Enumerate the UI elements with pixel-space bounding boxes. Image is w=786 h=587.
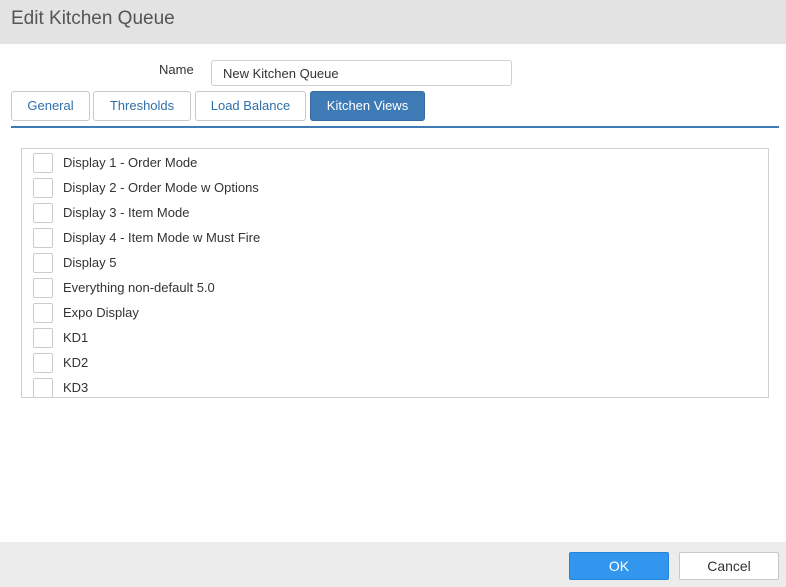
name-input[interactable]	[211, 60, 512, 86]
ok-button[interactable]: OK	[569, 552, 669, 580]
checkbox[interactable]	[33, 228, 53, 248]
dialog-title: Edit Kitchen Queue	[11, 8, 175, 29]
checkbox[interactable]	[33, 253, 53, 273]
list-item[interactable]: Display 2 - Order Mode w Options	[22, 176, 768, 201]
checkbox[interactable]	[33, 203, 53, 223]
checkbox[interactable]	[33, 153, 53, 173]
list-item[interactable]: KD3	[22, 376, 768, 397]
list-item[interactable]: Display 1 - Order Mode	[22, 151, 768, 176]
name-label: Name	[159, 62, 194, 77]
tab-load-balance[interactable]: Load Balance	[195, 91, 306, 121]
dialog-title-bar: Edit Kitchen Queue	[0, 0, 786, 44]
checkbox[interactable]	[33, 353, 53, 373]
list-item-label: Display 1 - Order Mode	[63, 155, 198, 170]
edit-kitchen-queue-dialog: Edit Kitchen Queue Name General Threshol…	[0, 0, 786, 587]
list-item-label: Display 4 - Item Mode w Must Fire	[63, 230, 261, 245]
list-item-label: Display 2 - Order Mode w Options	[63, 180, 259, 195]
checkbox[interactable]	[33, 178, 53, 198]
list-item-label: KD1	[63, 330, 89, 345]
list-item-label: KD2	[63, 355, 89, 370]
list-item[interactable]: Display 5	[22, 251, 768, 276]
list-item-label: Display 3 - Item Mode	[63, 205, 190, 220]
tab-underline	[11, 126, 779, 128]
checkbox[interactable]	[33, 378, 53, 397]
checkbox[interactable]	[33, 278, 53, 298]
list-item[interactable]: Display 4 - Item Mode w Must Fire	[22, 226, 768, 251]
list-item[interactable]: KD1	[22, 326, 768, 351]
list-item-label: Expo Display	[63, 305, 139, 320]
tab-general[interactable]: General	[11, 91, 90, 121]
list-item-label: Display 5	[63, 255, 117, 270]
checkbox[interactable]	[33, 328, 53, 348]
list-item[interactable]: Everything non-default 5.0	[22, 276, 768, 301]
tab-thresholds[interactable]: Thresholds	[93, 91, 191, 121]
list-item[interactable]: Display 3 - Item Mode	[22, 201, 768, 226]
list-item-label: Everything non-default 5.0	[63, 280, 215, 295]
list-item[interactable]: Expo Display	[22, 301, 768, 326]
list-item[interactable]: KD2	[22, 351, 768, 376]
kitchen-views-list[interactable]: Display 1 - Order Mode Display 2 - Order…	[21, 148, 769, 398]
tab-kitchen-views[interactable]: Kitchen Views	[310, 91, 425, 121]
checkbox[interactable]	[33, 303, 53, 323]
cancel-button[interactable]: Cancel	[679, 552, 779, 580]
list-item-label: KD3	[63, 380, 89, 395]
